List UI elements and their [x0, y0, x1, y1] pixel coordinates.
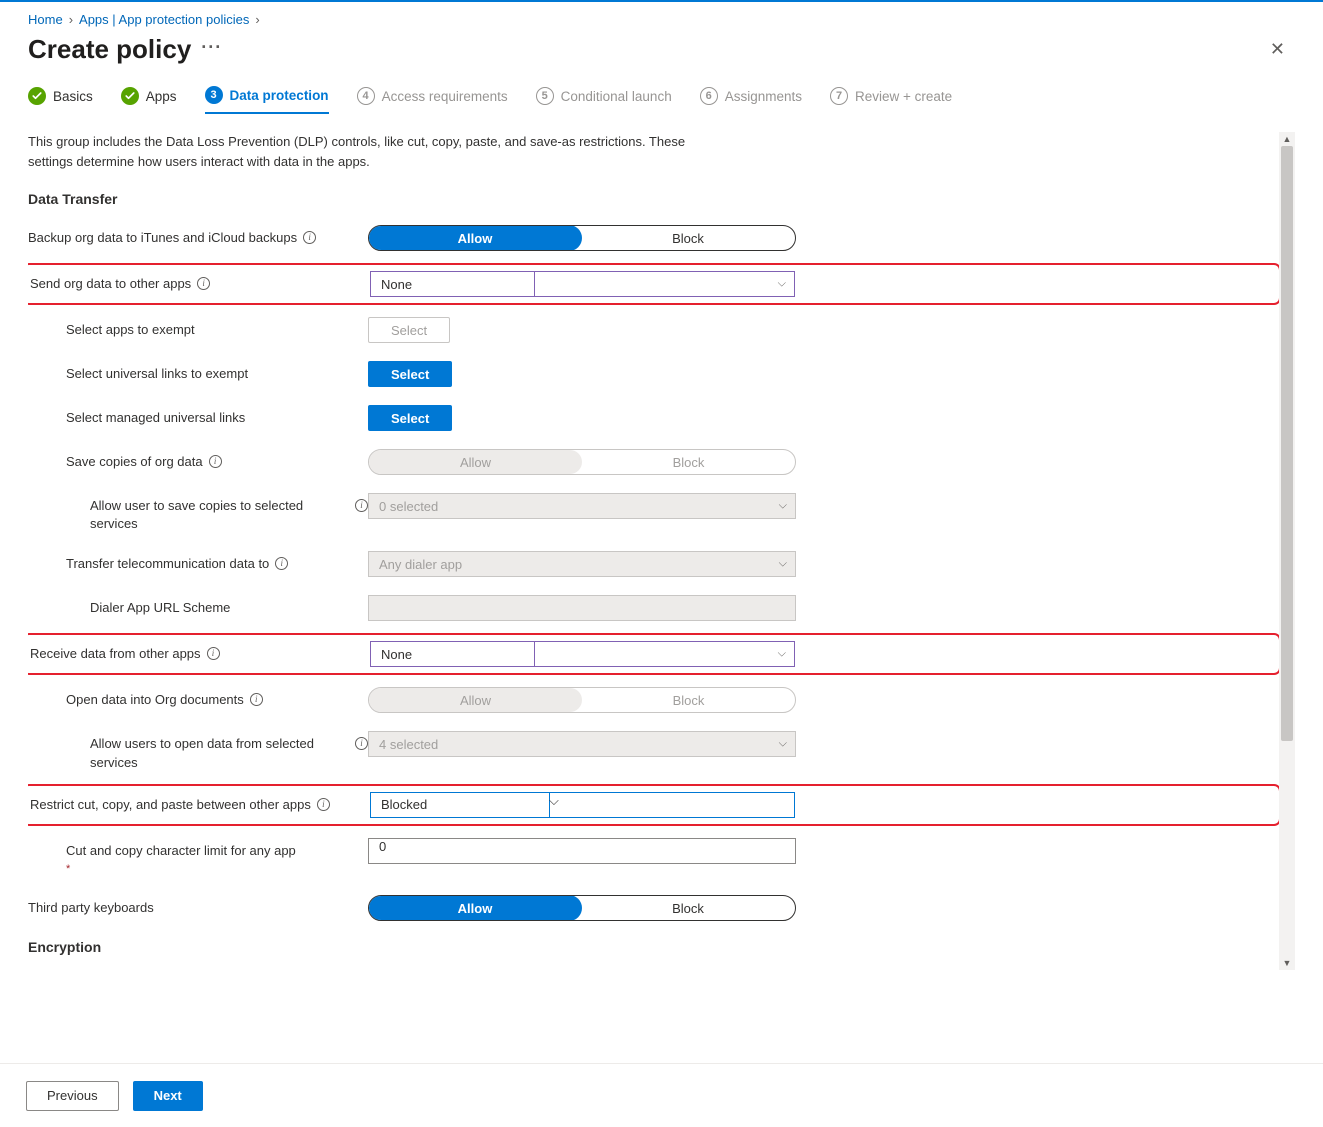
- label-restrict-ccp: Restrict cut, copy, and paste between ot…: [30, 796, 311, 814]
- previous-button[interactable]: Previous: [26, 1081, 119, 1111]
- label-exempt-apps: Select apps to exempt: [66, 321, 195, 339]
- label-save-services: Allow user to save copies to selected se…: [90, 497, 349, 533]
- required-asterisk: *: [66, 862, 296, 877]
- section-description: This group includes the Data Loss Preven…: [28, 132, 728, 171]
- step-conditional-launch[interactable]: 5 Conditional launch: [536, 80, 672, 114]
- info-icon[interactable]: i: [209, 455, 222, 468]
- info-icon[interactable]: i: [197, 277, 210, 290]
- dropdown-save-services: 0 selected⌵: [368, 493, 796, 519]
- dropdown-restrict-ccp[interactable]: Blocked: [370, 792, 550, 818]
- close-button[interactable]: ✕: [1260, 33, 1295, 66]
- scroll-down-icon[interactable]: ▼: [1283, 958, 1292, 968]
- check-circle-icon: [121, 87, 139, 105]
- step-apps[interactable]: Apps: [121, 80, 177, 114]
- toggle-option-block: Block: [582, 688, 795, 712]
- toggle-open-org: Allow Block: [368, 687, 796, 713]
- toggle-option-block[interactable]: Block: [581, 896, 795, 920]
- dropdown-send-org-data-ext[interactable]: ⌵: [534, 271, 795, 297]
- label-backup: Backup org data to iTunes and iCloud bac…: [28, 229, 297, 247]
- label-char-limit: Cut and copy character limit for any app: [66, 843, 296, 858]
- chevron-down-icon: ⌵: [778, 278, 786, 291]
- label-receive-data: Receive data from other apps: [30, 645, 201, 663]
- label-open-services: Allow users to open data from selected s…: [90, 735, 349, 771]
- dropdown-open-services: 4 selected⌵: [368, 731, 796, 757]
- dropdown-send-org-data[interactable]: None: [370, 271, 535, 297]
- chevron-down-icon: ⌵: [778, 648, 786, 661]
- wizard-steps: Basics Apps 3 Data protection 4 Access r…: [28, 80, 1295, 114]
- info-icon[interactable]: i: [303, 231, 316, 244]
- scrollbar-track[interactable]: [1279, 146, 1295, 956]
- toggle-save-copies: Allow Block: [368, 449, 796, 475]
- section-heading-data-transfer: Data Transfer: [28, 191, 1275, 207]
- chevron-down-icon: ⌵: [549, 793, 559, 808]
- info-icon[interactable]: i: [317, 798, 330, 811]
- toggle-backup[interactable]: Allow Block: [368, 225, 796, 251]
- step-access-requirements[interactable]: 4 Access requirements: [357, 80, 508, 114]
- toggle-option-allow: Allow: [369, 688, 582, 712]
- breadcrumb-apps[interactable]: Apps | App protection policies: [79, 12, 249, 27]
- info-icon[interactable]: i: [250, 693, 263, 706]
- info-icon[interactable]: i: [207, 647, 220, 660]
- label-third-party-keyboards: Third party keyboards: [28, 899, 154, 917]
- step-data-protection[interactable]: 3 Data protection: [205, 80, 329, 114]
- dropdown-restrict-ccp-ext[interactable]: ⌵: [549, 792, 795, 818]
- chevron-down-icon: ⌵: [779, 558, 787, 571]
- scrollbar[interactable]: ▲ ▼: [1279, 132, 1295, 970]
- label-exempt-links: Select universal links to exempt: [66, 365, 248, 383]
- toggle-keyboards[interactable]: Allow Block: [368, 895, 796, 921]
- toggle-option-allow[interactable]: Allow: [368, 895, 582, 921]
- select-exempt-apps-button: Select: [368, 317, 450, 343]
- form-body: This group includes the Data Loss Preven…: [28, 132, 1295, 970]
- next-button[interactable]: Next: [133, 1081, 203, 1111]
- step-number-icon: 5: [536, 87, 554, 105]
- info-icon[interactable]: i: [355, 737, 368, 750]
- label-managed-links: Select managed universal links: [66, 409, 245, 427]
- wizard-footer: Previous Next: [0, 1063, 1323, 1127]
- label-open-org: Open data into Org documents: [66, 691, 244, 709]
- step-number-icon: 6: [700, 87, 718, 105]
- select-exempt-links-button[interactable]: Select: [368, 361, 452, 387]
- label-send-org-data: Send org data to other apps: [30, 275, 191, 293]
- info-icon[interactable]: i: [275, 557, 288, 570]
- dropdown-telecom: Any dialer app⌵: [368, 551, 796, 577]
- toggle-option-block: Block: [582, 450, 795, 474]
- page-title: Create policy ···: [28, 34, 222, 65]
- toggle-option-allow[interactable]: Allow: [368, 225, 582, 251]
- toggle-option-allow: Allow: [369, 450, 582, 474]
- scrollbar-thumb[interactable]: [1281, 146, 1293, 741]
- info-icon[interactable]: i: [355, 499, 368, 512]
- input-char-limit[interactable]: 0: [368, 838, 796, 864]
- step-number-icon: 4: [357, 87, 375, 105]
- section-heading-encryption: Encryption: [28, 939, 1275, 955]
- chevron-down-icon: ⌵: [779, 500, 787, 513]
- label-dialer-scheme: Dialer App URL Scheme: [90, 599, 230, 617]
- step-review-create[interactable]: 7 Review + create: [830, 80, 952, 114]
- input-dialer-scheme: [368, 595, 796, 621]
- step-basics[interactable]: Basics: [28, 80, 93, 114]
- check-circle-icon: [28, 87, 46, 105]
- label-telecom: Transfer telecommunication data to: [66, 555, 269, 573]
- dropdown-receive-data[interactable]: None: [370, 641, 535, 667]
- select-managed-links-button[interactable]: Select: [368, 405, 452, 431]
- breadcrumb-home[interactable]: Home: [28, 12, 63, 27]
- step-number-icon: 3: [205, 86, 223, 104]
- chevron-right-icon: ›: [69, 12, 73, 27]
- chevron-down-icon: ⌵: [779, 738, 787, 751]
- step-number-icon: 7: [830, 87, 848, 105]
- scroll-up-icon[interactable]: ▲: [1283, 134, 1292, 144]
- chevron-right-icon: ›: [255, 12, 259, 27]
- label-save-copies: Save copies of org data: [66, 453, 203, 471]
- step-assignments[interactable]: 6 Assignments: [700, 80, 802, 114]
- dropdown-receive-data-ext[interactable]: ⌵: [534, 641, 795, 667]
- more-menu-icon[interactable]: ···: [201, 37, 222, 62]
- breadcrumb: Home › Apps | App protection policies ›: [28, 12, 1295, 27]
- toggle-option-block[interactable]: Block: [581, 226, 795, 250]
